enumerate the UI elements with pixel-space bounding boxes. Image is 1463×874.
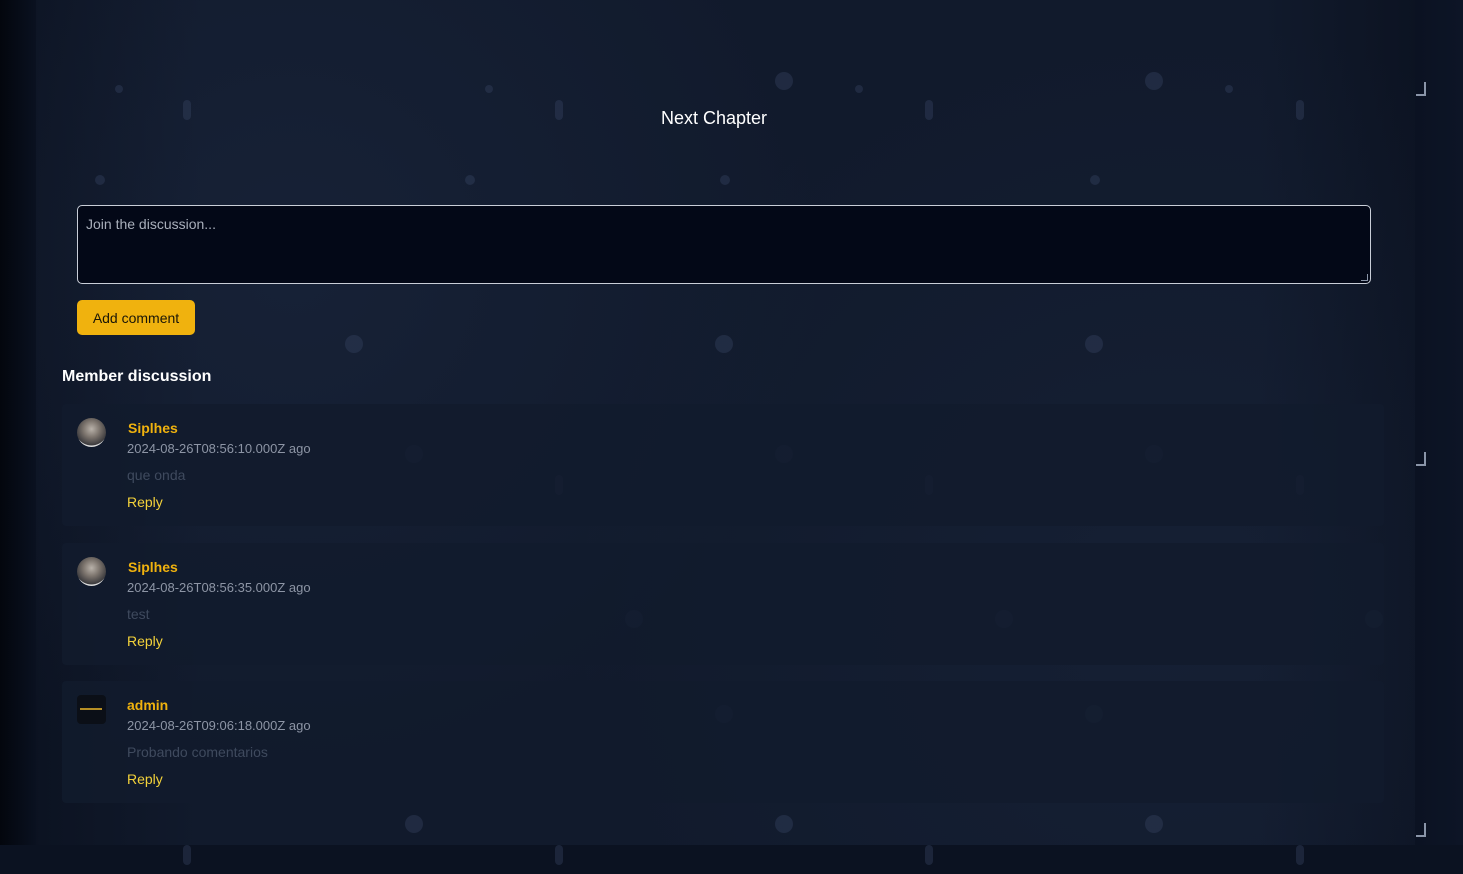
reply-button[interactable]: Reply <box>127 633 163 649</box>
resize-handle-icon[interactable] <box>1361 274 1368 281</box>
comment-timestamp: 2024-08-26T08:56:35.000Z ago <box>127 580 311 595</box>
comment-input[interactable]: Join the discussion... <box>77 205 1371 284</box>
reply-button[interactable]: Reply <box>127 771 163 787</box>
bottom-edge <box>0 845 1463 874</box>
comment-item: Siplhes 2024-08-26T08:56:35.000Z ago tes… <box>62 543 1384 665</box>
decor-dot <box>555 845 563 865</box>
decor-dot <box>925 845 933 865</box>
comment-item: Siplhes 2024-08-26T08:56:10.000Z ago que… <box>62 404 1384 526</box>
comment-text: que onda <box>127 467 186 483</box>
comment-author[interactable]: Siplhes <box>128 420 178 436</box>
next-chapter-link[interactable]: Next Chapter <box>36 108 1392 129</box>
corner-bracket-icon <box>1416 82 1426 96</box>
left-edge <box>0 0 36 874</box>
comment-item: admin 2024-08-26T09:06:18.000Z ago Proba… <box>62 681 1384 803</box>
decor-dot <box>183 845 191 865</box>
right-edge <box>1415 0 1463 874</box>
comment-timestamp: 2024-08-26T09:06:18.000Z ago <box>127 718 311 733</box>
avatar <box>77 695 106 724</box>
avatar <box>77 557 106 586</box>
chapter-footer: Next Chapter Join the discussion... Add … <box>36 0 1415 845</box>
discussion-title: Member discussion <box>62 368 212 385</box>
comment-placeholder: Join the discussion... <box>86 216 216 232</box>
comment-author[interactable]: Siplhes <box>128 559 178 575</box>
comment-text: test <box>127 606 150 622</box>
corner-bracket-icon <box>1416 452 1426 466</box>
reply-button[interactable]: Reply <box>127 494 163 510</box>
comment-text: Probando comentarios <box>127 744 268 760</box>
corner-bracket-icon <box>1416 823 1426 837</box>
avatar <box>77 418 106 447</box>
comment-timestamp: 2024-08-26T08:56:10.000Z ago <box>127 441 311 456</box>
add-comment-button[interactable]: Add comment <box>77 300 195 335</box>
comment-author[interactable]: admin <box>127 697 168 713</box>
decor-dot <box>1296 845 1304 865</box>
